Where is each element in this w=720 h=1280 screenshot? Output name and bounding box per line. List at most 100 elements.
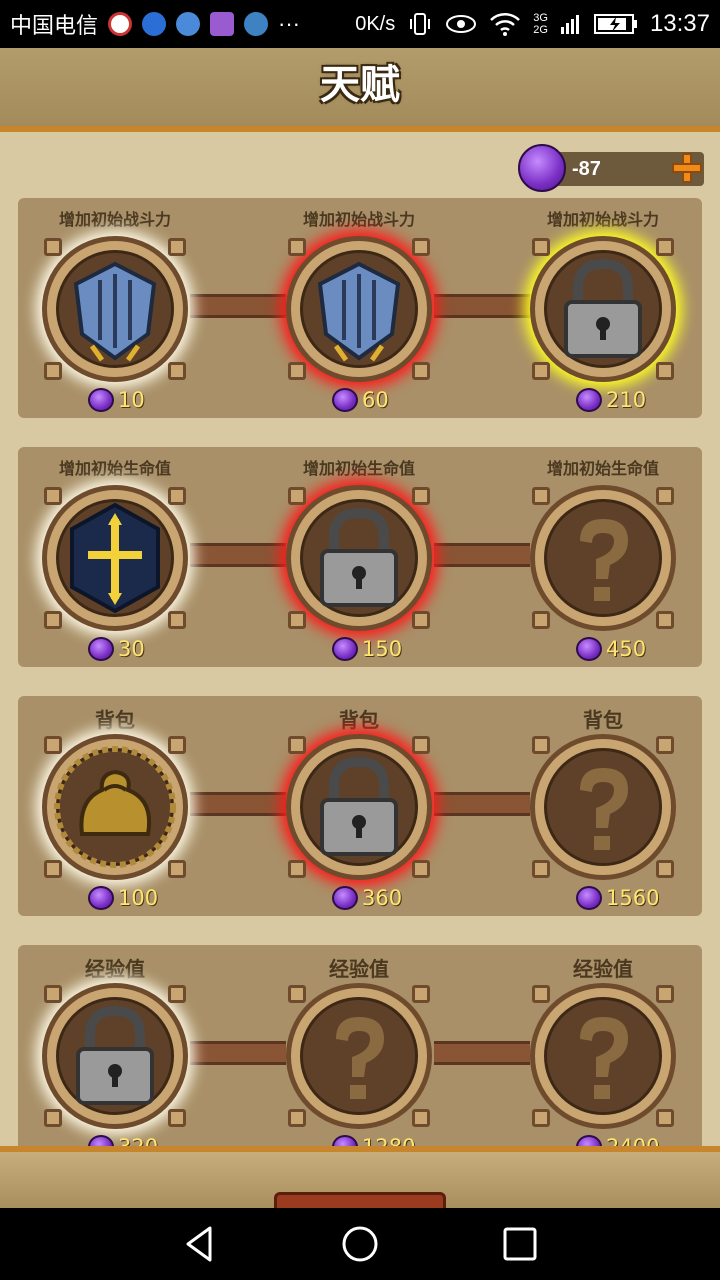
plus-icon[interactable] bbox=[672, 153, 702, 183]
talent-node[interactable] bbox=[286, 734, 432, 880]
talent-name: 背包 bbox=[339, 708, 379, 732]
talent-name: 经验值 bbox=[329, 957, 389, 981]
purple-gem-icon bbox=[88, 886, 114, 910]
talent-name: 背包 bbox=[583, 708, 623, 732]
cost-value: 320 bbox=[118, 1135, 158, 1146]
cost-value: 150 bbox=[362, 637, 403, 661]
cost-value: 100 bbox=[118, 886, 159, 910]
talent-name: 经验值 bbox=[85, 957, 145, 981]
purple-gem-icon bbox=[332, 388, 358, 412]
recents-icon[interactable] bbox=[500, 1224, 540, 1264]
purple-gem-icon bbox=[576, 388, 602, 412]
app-notification-icon bbox=[210, 12, 235, 36]
app-notification-icon bbox=[176, 12, 201, 36]
talent-node[interactable] bbox=[286, 983, 432, 1129]
bag-icon bbox=[54, 746, 176, 868]
cost-value: 1280 bbox=[362, 1135, 415, 1146]
app-notification-icon bbox=[244, 12, 269, 36]
talent-name: 增加初始生命值 bbox=[302, 459, 415, 478]
talent-cost: 150 bbox=[332, 637, 452, 661]
talent-name: 经验值 bbox=[573, 957, 633, 981]
system-nav-bar bbox=[0, 1208, 720, 1280]
talent-list[interactable]: -87 增加初始战斗力 10 增加初始战斗力 60 增加初始战斗力 210 增加初始生命值 3… bbox=[0, 138, 720, 1146]
talent-cost: 210 bbox=[576, 388, 696, 412]
talent-name: 增加初始战斗力 bbox=[546, 210, 659, 229]
cost-value: 30 bbox=[118, 637, 145, 661]
talent-cost: 30 bbox=[88, 637, 208, 661]
cost-value: 2400 bbox=[606, 1135, 659, 1146]
talent-connector bbox=[434, 1041, 530, 1065]
carrier-label: 中国电信 bbox=[10, 14, 99, 39]
talent-name: 增加初始战斗力 bbox=[302, 210, 415, 229]
question-icon bbox=[336, 1017, 384, 1099]
page-title: 天赋 bbox=[320, 62, 400, 108]
talent-node[interactable] bbox=[42, 236, 188, 382]
talent-cost: 1280 bbox=[332, 1135, 452, 1146]
talent-node[interactable] bbox=[42, 485, 188, 631]
talent-cost: 60 bbox=[332, 388, 452, 412]
back-icon[interactable] bbox=[180, 1224, 220, 1264]
shield-icon bbox=[317, 261, 401, 362]
talent-node[interactable] bbox=[42, 983, 188, 1129]
lock-icon bbox=[320, 756, 398, 856]
lock-icon bbox=[76, 1005, 154, 1105]
cost-value: 450 bbox=[606, 637, 647, 661]
status-bar: 中国电信 ··· 0K/s 3G 2G 13:37 bbox=[0, 0, 720, 48]
home-icon[interactable] bbox=[340, 1224, 380, 1264]
talent-node[interactable] bbox=[42, 734, 188, 880]
bottom-bar bbox=[0, 1146, 720, 1208]
talent-node[interactable] bbox=[530, 485, 676, 631]
purple-gem-icon bbox=[332, 637, 358, 661]
currency-display: -87 bbox=[518, 144, 706, 192]
purple-gem-icon bbox=[332, 1135, 358, 1146]
talent-name: 背包 bbox=[95, 708, 135, 732]
cost-value: 1560 bbox=[606, 886, 660, 910]
talent-connector bbox=[190, 1041, 286, 1065]
talent-node[interactable] bbox=[530, 236, 676, 382]
talent-cost: 100 bbox=[88, 886, 208, 910]
net-speed: 0K/s bbox=[355, 12, 396, 35]
clock: 13:37 bbox=[649, 10, 710, 37]
network-type: 3G 2G bbox=[533, 12, 548, 36]
app-notification-icon bbox=[142, 12, 167, 36]
cross-icon bbox=[70, 502, 160, 614]
talent-connector bbox=[434, 543, 530, 567]
talent-cost: 2400 bbox=[576, 1135, 696, 1146]
purple-gem-icon bbox=[88, 637, 114, 661]
purple-gem-icon bbox=[88, 388, 114, 412]
talent-name: 增加初始生命值 bbox=[546, 459, 659, 478]
wifi-icon bbox=[490, 13, 521, 36]
question-icon bbox=[580, 1017, 628, 1099]
cost-value: 360 bbox=[362, 886, 403, 910]
cost-value: 60 bbox=[362, 388, 389, 412]
eye-icon bbox=[446, 15, 477, 33]
purple-gem-icon bbox=[88, 1135, 114, 1146]
purple-gem-icon bbox=[576, 886, 602, 910]
talent-node[interactable] bbox=[530, 734, 676, 880]
battery-icon bbox=[593, 14, 637, 34]
talent-cost: 320 bbox=[88, 1135, 208, 1146]
purple-gem-icon bbox=[576, 637, 602, 661]
cost-value: 10 bbox=[118, 388, 145, 412]
page-header: 天赋 bbox=[0, 48, 720, 132]
talent-name: 增加初始生命值 bbox=[58, 459, 171, 478]
talent-connector bbox=[190, 543, 286, 567]
lock-icon bbox=[564, 258, 642, 358]
talent-connector bbox=[190, 792, 286, 816]
talent-node[interactable] bbox=[530, 983, 676, 1129]
question-icon bbox=[580, 519, 628, 601]
talent-connector bbox=[190, 294, 286, 318]
talent-cost: 360 bbox=[332, 886, 452, 910]
talent-node[interactable] bbox=[286, 485, 432, 631]
purple-gem-icon bbox=[576, 1135, 602, 1146]
question-icon bbox=[580, 768, 628, 850]
shield-icon bbox=[73, 261, 157, 362]
talent-cost: 1560 bbox=[576, 886, 696, 910]
purple-gem-icon bbox=[518, 144, 566, 192]
vibrate-icon bbox=[410, 13, 431, 35]
talent-name: 增加初始战斗力 bbox=[58, 210, 171, 229]
talent-connector bbox=[434, 792, 530, 816]
talent-node[interactable] bbox=[286, 236, 432, 382]
signal-icon bbox=[560, 15, 579, 34]
bottom-button[interactable] bbox=[274, 1192, 446, 1208]
